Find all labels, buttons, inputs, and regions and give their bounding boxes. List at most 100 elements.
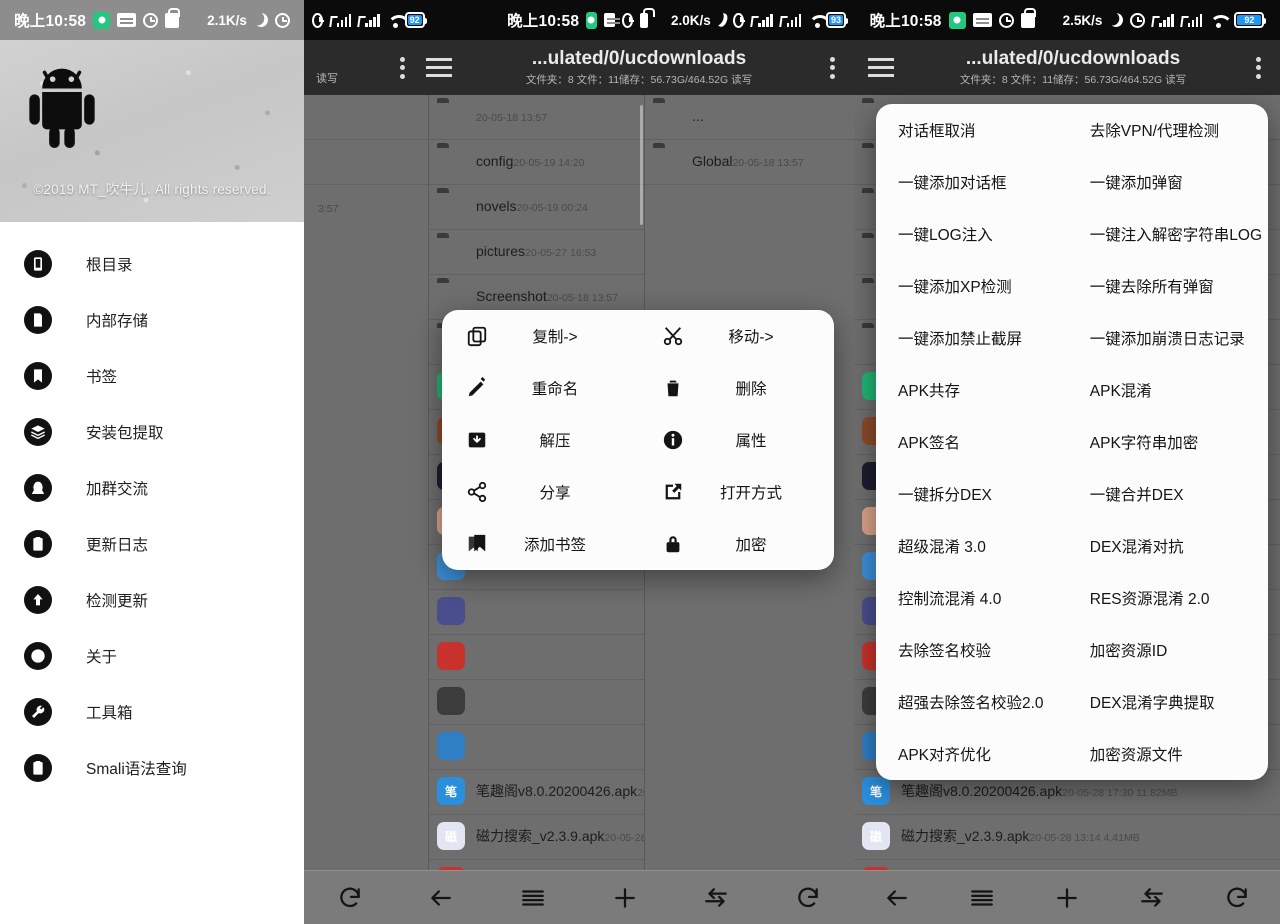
tools-popup-menu[interactable]: 对话框取消去除VPN/代理检测一键添加对话框一键添加弹窗一键LOG注入一键注入解… (876, 104, 1268, 780)
tools-menu-item-23[interactable]: 超强去除签名校验2.0 (876, 676, 1068, 728)
back-arrow-icon[interactable] (878, 879, 916, 917)
apk-row[interactable] (429, 680, 644, 725)
swap-arrows-icon[interactable] (697, 879, 735, 917)
message-icon (973, 13, 992, 27)
sidebar-item-4[interactable]: 安装包提取 (0, 404, 304, 460)
context-menu-item-1[interactable]: 复制-> (442, 310, 638, 362)
trash-icon (656, 377, 690, 399)
scrollbar-indicator[interactable] (640, 105, 643, 225)
tools-menu-item-12[interactable]: APK混淆 (1068, 364, 1268, 416)
folder-row[interactable]: pictures20-05-27 16:53 (429, 230, 644, 275)
list-menu-icon[interactable] (514, 879, 552, 917)
hamburger-icon[interactable] (426, 58, 452, 77)
context-menu-item-9[interactable]: 添加书签 (442, 518, 638, 570)
tools-menu-item-20[interactable]: RES资源混淆 2.0 (1068, 572, 1268, 624)
context-menu-item-10[interactable]: 加密 (638, 518, 834, 570)
kebab-menu-icon[interactable] (830, 53, 836, 82)
tools-menu-item-11[interactable]: APK共存 (876, 364, 1068, 416)
sidebar-item-6[interactable]: 更新日志 (0, 516, 304, 572)
tools-menu-item-13[interactable]: APK签名 (876, 416, 1068, 468)
sidebar-item-label: 关于 (86, 645, 117, 667)
extract-icon (460, 429, 494, 451)
apk-row[interactable] (429, 590, 644, 635)
message-icon (604, 13, 616, 27)
tools-menu-item-22[interactable]: 加密资源ID (1068, 624, 1268, 676)
sidebar-item-label: 检测更新 (86, 589, 148, 611)
signal-sim2-icon (358, 13, 380, 27)
tools-menu-item-21[interactable]: 去除签名校验 (876, 624, 1068, 676)
tools-menu-item-19[interactable]: 控制流混淆 4.0 (876, 572, 1068, 624)
plus-icon[interactable] (1048, 879, 1086, 917)
context-menu-item-2[interactable]: 移动-> (638, 310, 834, 362)
hamburger-icon[interactable] (868, 58, 894, 77)
window-panel-tools: 晚上10:58 2.5K/s 92 ...ulated/0/ucdownload… (854, 0, 1280, 924)
refresh-icon[interactable] (331, 879, 369, 917)
tools-menu-item-label: 一键拆分DEX (876, 483, 1068, 505)
apk-row[interactable]: 笔笔趣阁v8.0.20200426.apk20-05-28 17:30 11.8… (429, 770, 644, 815)
sidebar-item-2[interactable]: 内部存储 (0, 292, 304, 348)
sidebar-item-8[interactable]: 关于 (0, 628, 304, 684)
window-panel-drawer: 晚上10:58 2.1K/s (0, 0, 304, 924)
bottom-toolbar-2 (304, 870, 854, 924)
arrow-up-icon (30, 592, 46, 608)
tools-menu-item-6[interactable]: 一键注入解密字符串LOG (1068, 208, 1268, 260)
context-menu-item-8[interactable]: 打开方式 (638, 466, 834, 518)
drawer-menu-list[interactable]: 根目录内部存储书签安装包提取加群交流更新日志检测更新关于工具箱Smali语法查询 (0, 222, 304, 924)
sidebar-item-1[interactable]: 根目录 (0, 236, 304, 292)
apk-row[interactable]: 鱼大鱼影视v2.2.1.apk20-06-06 20:19 24.26MB (854, 860, 1280, 870)
tools-menu-item-24[interactable]: DEX混淆字典提取 (1068, 676, 1268, 728)
folder-row[interactable]: novels20-05-19 00:24 (429, 185, 644, 230)
tools-menu-item-9[interactable]: 一键添加禁止截屏 (876, 312, 1068, 364)
kebab-menu-icon[interactable] (400, 53, 406, 82)
tools-menu-item-label: 加密资源ID (1068, 639, 1268, 661)
apk-row[interactable]: 磁磁力搜索_v2.3.9.apk20-05-28 13:14 4.41MB (429, 815, 644, 860)
clipboard-icon (30, 760, 46, 776)
sidebar-item-7[interactable]: 检测更新 (0, 572, 304, 628)
tools-menu-item-26[interactable]: 加密资源文件 (1068, 728, 1268, 780)
swap-arrows-icon[interactable] (1133, 879, 1171, 917)
context-menu-item-7[interactable]: 分享 (442, 466, 638, 518)
add-bookmark-icon (460, 533, 494, 555)
folder-row[interactable]: 20-05-18 13:57 (429, 95, 644, 140)
folder-row[interactable]: config20-05-19 14:20 (429, 140, 644, 185)
tools-menu-item-2[interactable]: 去除VPN/代理检测 (1068, 104, 1268, 156)
location-indicator-icon (586, 12, 596, 29)
context-menu-item-5[interactable]: 解压 (442, 414, 638, 466)
list-menu-icon[interactable] (963, 879, 1001, 917)
tools-menu-item-17[interactable]: 超级混淆 3.0 (876, 520, 1068, 572)
folder-row[interactable]: ... (645, 95, 854, 140)
app-icon: 笔 (862, 777, 892, 807)
file-context-menu[interactable]: 复制->移动->重命名删除解压属性分享打开方式添加书签加密 (442, 310, 834, 570)
tools-menu-item-14[interactable]: APK字符串加密 (1068, 416, 1268, 468)
sidebar-item-10[interactable]: Smali语法查询 (0, 740, 304, 796)
tools-menu-item-15[interactable]: 一键拆分DEX (876, 468, 1068, 520)
tools-menu-item-16[interactable]: 一键合并DEX (1068, 468, 1268, 520)
tools-menu-item-3[interactable]: 一键添加对话框 (876, 156, 1068, 208)
tools-menu-item-4[interactable]: 一键添加弹窗 (1068, 156, 1268, 208)
context-menu-item-3[interactable]: 重命名 (442, 362, 638, 414)
tools-menu-item-10[interactable]: 一键添加崩溃日志记录 (1068, 312, 1268, 364)
context-menu-item-6[interactable]: 属性 (638, 414, 834, 466)
tools-menu-item-18[interactable]: DEX混淆对抗 (1068, 520, 1268, 572)
back-arrow-icon[interactable] (422, 879, 460, 917)
apk-row[interactable]: 鱼大鱼影视v2.2.1.apk20-06-06 20:19 24.26MB (429, 860, 644, 870)
tools-menu-item-7[interactable]: 一键添加XP检测 (876, 260, 1068, 312)
sidebar-item-label: 更新日志 (86, 533, 148, 555)
sidebar-item-5[interactable]: 加群交流 (0, 460, 304, 516)
plus-icon[interactable] (606, 879, 644, 917)
tools-menu-item-25[interactable]: APK对齐优化 (876, 728, 1068, 780)
apk-row[interactable] (429, 635, 644, 680)
kebab-menu-icon[interactable] (1256, 53, 1262, 82)
tools-menu-item-1[interactable]: 对话框取消 (876, 104, 1068, 156)
folder-icon (437, 237, 467, 267)
sidebar-item-9[interactable]: 工具箱 (0, 684, 304, 740)
apk-row[interactable]: 磁磁力搜索_v2.3.9.apk20-05-28 13:14 4.41MB (854, 815, 1280, 860)
sidebar-item-3[interactable]: 书签 (0, 348, 304, 404)
folder-row[interactable]: Global20-05-18 13:57 (645, 140, 854, 185)
context-menu-item-4[interactable]: 删除 (638, 362, 834, 414)
tools-menu-item-5[interactable]: 一键LOG注入 (876, 208, 1068, 260)
apk-row[interactable] (429, 725, 644, 770)
refresh-icon[interactable] (1218, 879, 1256, 917)
tools-menu-item-8[interactable]: 一键去除所有弹窗 (1068, 260, 1268, 312)
refresh-icon[interactable] (789, 879, 827, 917)
